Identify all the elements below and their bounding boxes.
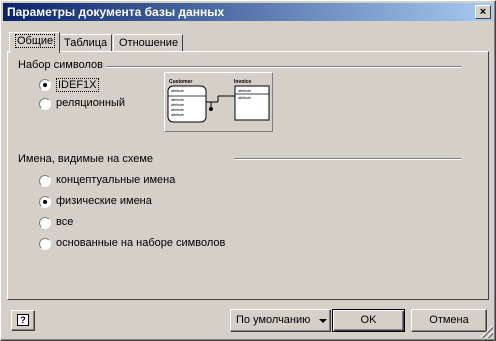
defaults-dropdown-button[interactable]: По умолчанию (230, 309, 331, 332)
dialog-window: Параметры документа базы данных × Общие … (0, 0, 496, 341)
close-button[interactable]: × (475, 5, 491, 19)
svg-text:attribute: attribute (171, 89, 184, 93)
svg-text:attribute: attribute (238, 96, 251, 100)
tab-relationship-label: Отношение (119, 37, 179, 49)
radio-all-names-circle[interactable] (39, 217, 51, 229)
svg-text:attribute: attribute (171, 98, 184, 102)
notation-preview-image: Customer attribute attribute attribute a… (164, 72, 273, 132)
svg-text:attribute: attribute (171, 108, 184, 112)
tab-general-label: Общие (15, 34, 56, 48)
preview-diagram: Customer attribute attribute attribute a… (167, 79, 270, 123)
names-group-label: Имена, видимые на схеме (18, 153, 154, 165)
svg-text:attribute: attribute (238, 89, 251, 93)
radio-all-names-label: все (56, 216, 74, 228)
radio-idef1x-circle[interactable] (39, 79, 51, 91)
svg-text:attribute: attribute (171, 103, 184, 107)
notation-group-label: Набор символов (18, 59, 103, 71)
preview-left-entity-name: Customer (169, 79, 192, 85)
title-bar[interactable]: Параметры документа базы данных × (3, 3, 493, 21)
radio-conceptual-names-label: концептуальные имена (56, 174, 176, 186)
radio-physical-names-dot (43, 200, 47, 204)
names-divider (234, 158, 461, 160)
radio-conceptual-names-circle[interactable] (39, 175, 51, 187)
resize-grip-icon[interactable] (481, 326, 493, 338)
help-button[interactable]: ? (11, 310, 35, 331)
tab-table[interactable]: Таблица (58, 34, 113, 52)
chevron-down-icon[interactable] (319, 319, 327, 323)
tab-general[interactable]: Общие (9, 32, 61, 53)
ok-button[interactable]: OK (332, 309, 405, 332)
dialog-title: Параметры документа базы данных (7, 5, 225, 19)
tab-table-label: Таблица (64, 37, 108, 49)
ok-button-label: OK (360, 314, 377, 326)
defaults-button-label: По умолчанию (236, 314, 311, 326)
radio-idef1x-label: IDEF1X (56, 78, 99, 92)
cancel-button-label: Отмена (429, 314, 469, 326)
cancel-button[interactable]: Отмена (411, 309, 487, 332)
radio-relational-label: реляционный (56, 97, 126, 109)
radio-notation-based-names-label: основанные на наборе символов (56, 237, 226, 249)
radio-physical-names-circle[interactable] (39, 196, 51, 208)
radio-idef1x-dot (43, 83, 47, 87)
radio-notation-based-names-circle[interactable] (39, 238, 51, 250)
notation-divider (106, 66, 461, 68)
radio-physical-names-label: физические имена (56, 195, 152, 207)
preview-right-entity-name: Invoice (234, 79, 251, 85)
tab-relationship[interactable]: Отношение (113, 34, 184, 52)
help-icon: ? (17, 314, 29, 326)
radio-relational-circle[interactable] (39, 98, 51, 110)
svg-text:attribute: attribute (171, 113, 184, 117)
